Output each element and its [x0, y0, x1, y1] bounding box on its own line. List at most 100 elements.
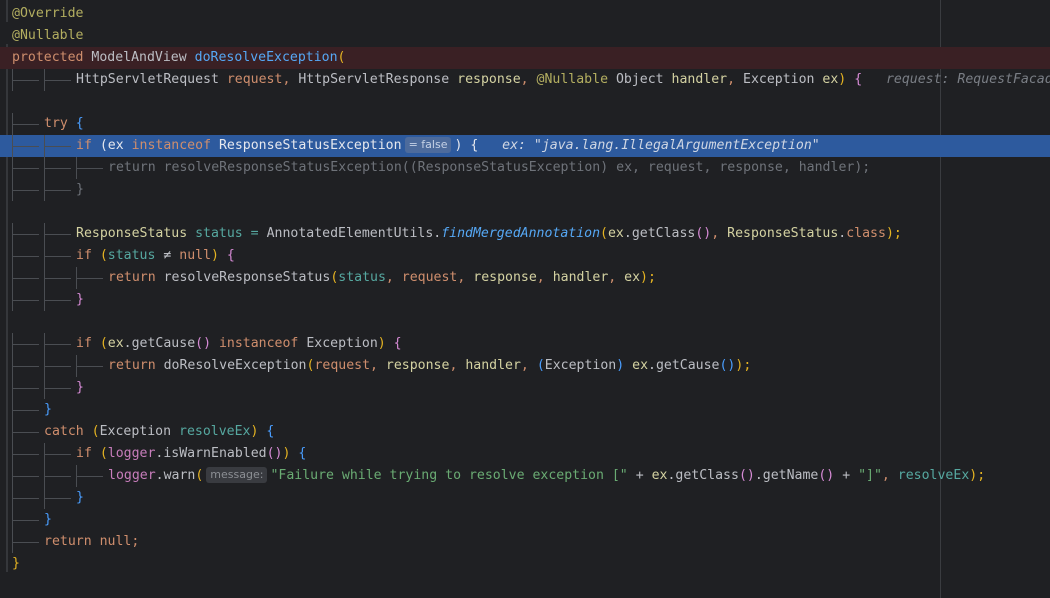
code-line[interactable] — [0, 91, 1050, 113]
code-token: ); — [969, 468, 986, 483]
code-token: , — [370, 358, 386, 373]
code-token: response — [385, 358, 450, 373]
code-line[interactable]: @Override — [0, 3, 1050, 25]
code-line[interactable]: } — [0, 553, 1050, 575]
code-token: ex — [607, 226, 624, 241]
code-token: findMergedAnnotation — [441, 226, 601, 241]
code-line[interactable]: } — [0, 509, 1050, 531]
code-token: ( — [600, 226, 608, 241]
code-line[interactable]: return resolveResponseStatus(status, req… — [0, 267, 1050, 289]
indent-tick — [77, 476, 103, 477]
code-token: ex — [632, 358, 649, 373]
code-token: instanceof — [218, 336, 307, 351]
code-token: handler — [671, 72, 728, 87]
code-token: try — [44, 116, 76, 131]
code-token: status = — [195, 226, 267, 241]
code-token: handler — [552, 270, 609, 285]
code-line[interactable]: return resolveResponseStatusException((R… — [0, 157, 1050, 179]
code-line[interactable]: catch (Exception resolveEx) { — [0, 421, 1050, 443]
code-line[interactable]: } — [0, 487, 1050, 509]
indent-tick — [45, 190, 71, 191]
code-token: Exception — [743, 72, 823, 87]
code-token: doResolveException — [163, 358, 307, 373]
code-token: ) — [377, 336, 394, 351]
code-token: handler — [465, 358, 521, 373]
code-line[interactable] — [0, 311, 1050, 333]
code-token: } — [44, 402, 52, 417]
code-token: return — [44, 534, 100, 549]
code-line[interactable]: if (ex.getCause() instanceof Exception) … — [0, 333, 1050, 355]
code-line[interactable]: return doResolveException (request, respo… — [0, 355, 1050, 377]
code-line[interactable]: if (status ≠ null) { — [0, 245, 1050, 267]
code-line[interactable]: logger.warn(message: "Failure while tryin… — [0, 465, 1050, 487]
code-token: AnnotatedElementUtils. — [266, 226, 442, 241]
indent-tick — [77, 168, 103, 169]
code-token: ( — [99, 248, 108, 263]
code-token: () — [738, 468, 755, 483]
code-token: ) — [616, 358, 633, 373]
inlay-hint: = false — [404, 137, 452, 153]
line-content: logger.warn(message: "Failure while tryin… — [108, 465, 985, 487]
code-token: response — [473, 270, 537, 285]
code-token: @Override — [12, 6, 84, 21]
code-token: } — [44, 512, 52, 527]
indent-tick — [13, 366, 39, 367]
code-token: ex — [822, 72, 839, 87]
code-line[interactable]: } — [0, 179, 1050, 201]
code-line[interactable]: protected ModelAndView doResolveExceptio… — [0, 47, 1050, 69]
code-line[interactable]: try { — [0, 113, 1050, 135]
code-editor[interactable]: @Override @Nullable protected ModelAndView… — [0, 0, 1050, 598]
indent-tick — [45, 366, 71, 367]
code-token: request: RequestFacade — [862, 72, 1050, 87]
code-token: } — [12, 556, 20, 571]
line-content: if (logger.isWarnEnabled()) { — [76, 443, 306, 465]
indent-tick — [13, 300, 39, 301]
code-token: { — [266, 424, 275, 439]
indent-tick — [45, 146, 71, 147]
indent-tick — [13, 234, 39, 235]
code-token: { — [854, 72, 863, 87]
code-token: instanceof — [131, 138, 219, 153]
code-line[interactable]: } — [0, 399, 1050, 421]
code-token: ex — [651, 468, 668, 483]
code-line[interactable]: if (ex instanceof ResponseStatusExceptio… — [0, 135, 1050, 157]
line-content: ResponseStatus status = AnnotatedElement… — [76, 223, 902, 245]
code-token: ) — [282, 446, 299, 461]
code-line[interactable]: } — [0, 289, 1050, 311]
code-line[interactable] — [0, 201, 1050, 223]
code-token: () — [719, 358, 736, 373]
code-token: if — [76, 446, 100, 461]
code-token: + — [842, 468, 859, 483]
line-content: } — [76, 289, 84, 311]
indent-tick — [45, 256, 71, 257]
code-line[interactable]: return null; — [0, 531, 1050, 553]
code-line[interactable]: HttpServletRequest request, HttpServletR… — [0, 69, 1050, 91]
code-line[interactable]: } — [0, 377, 1050, 399]
code-token: ; — [131, 534, 140, 549]
code-token: () — [818, 468, 843, 483]
code-token: () — [695, 226, 712, 241]
code-token: protected — [12, 50, 92, 65]
line-content: return resolveResponseStatusException((R… — [108, 157, 870, 179]
indent-tick — [77, 366, 103, 367]
code-token: ( — [337, 50, 346, 65]
code-token: .getName — [754, 468, 819, 483]
code-token: ( — [99, 336, 108, 351]
code-token: ) — [454, 138, 471, 153]
code-line[interactable]: if (logger.isWarnEnabled()) { — [0, 443, 1050, 465]
code-token: { — [75, 116, 84, 131]
code-token: ex — [107, 138, 132, 153]
code-line[interactable]: ResponseStatus status = AnnotatedElement… — [0, 223, 1050, 245]
indent-tick — [13, 80, 39, 81]
line-content: protected ModelAndView doResolveExceptio… — [12, 47, 346, 69]
code-token: , — [385, 270, 402, 285]
indent-tick — [13, 454, 39, 455]
indent-tick — [13, 256, 39, 257]
indent-tick — [13, 498, 39, 499]
indent-tick — [13, 432, 39, 433]
code-line[interactable]: @Nullable — [0, 25, 1050, 47]
code-token: ResponseStatus — [727, 226, 839, 241]
code-token: ex — [107, 336, 124, 351]
line-content: if (status ≠ null) { — [76, 245, 235, 267]
indent-tick — [13, 278, 39, 279]
